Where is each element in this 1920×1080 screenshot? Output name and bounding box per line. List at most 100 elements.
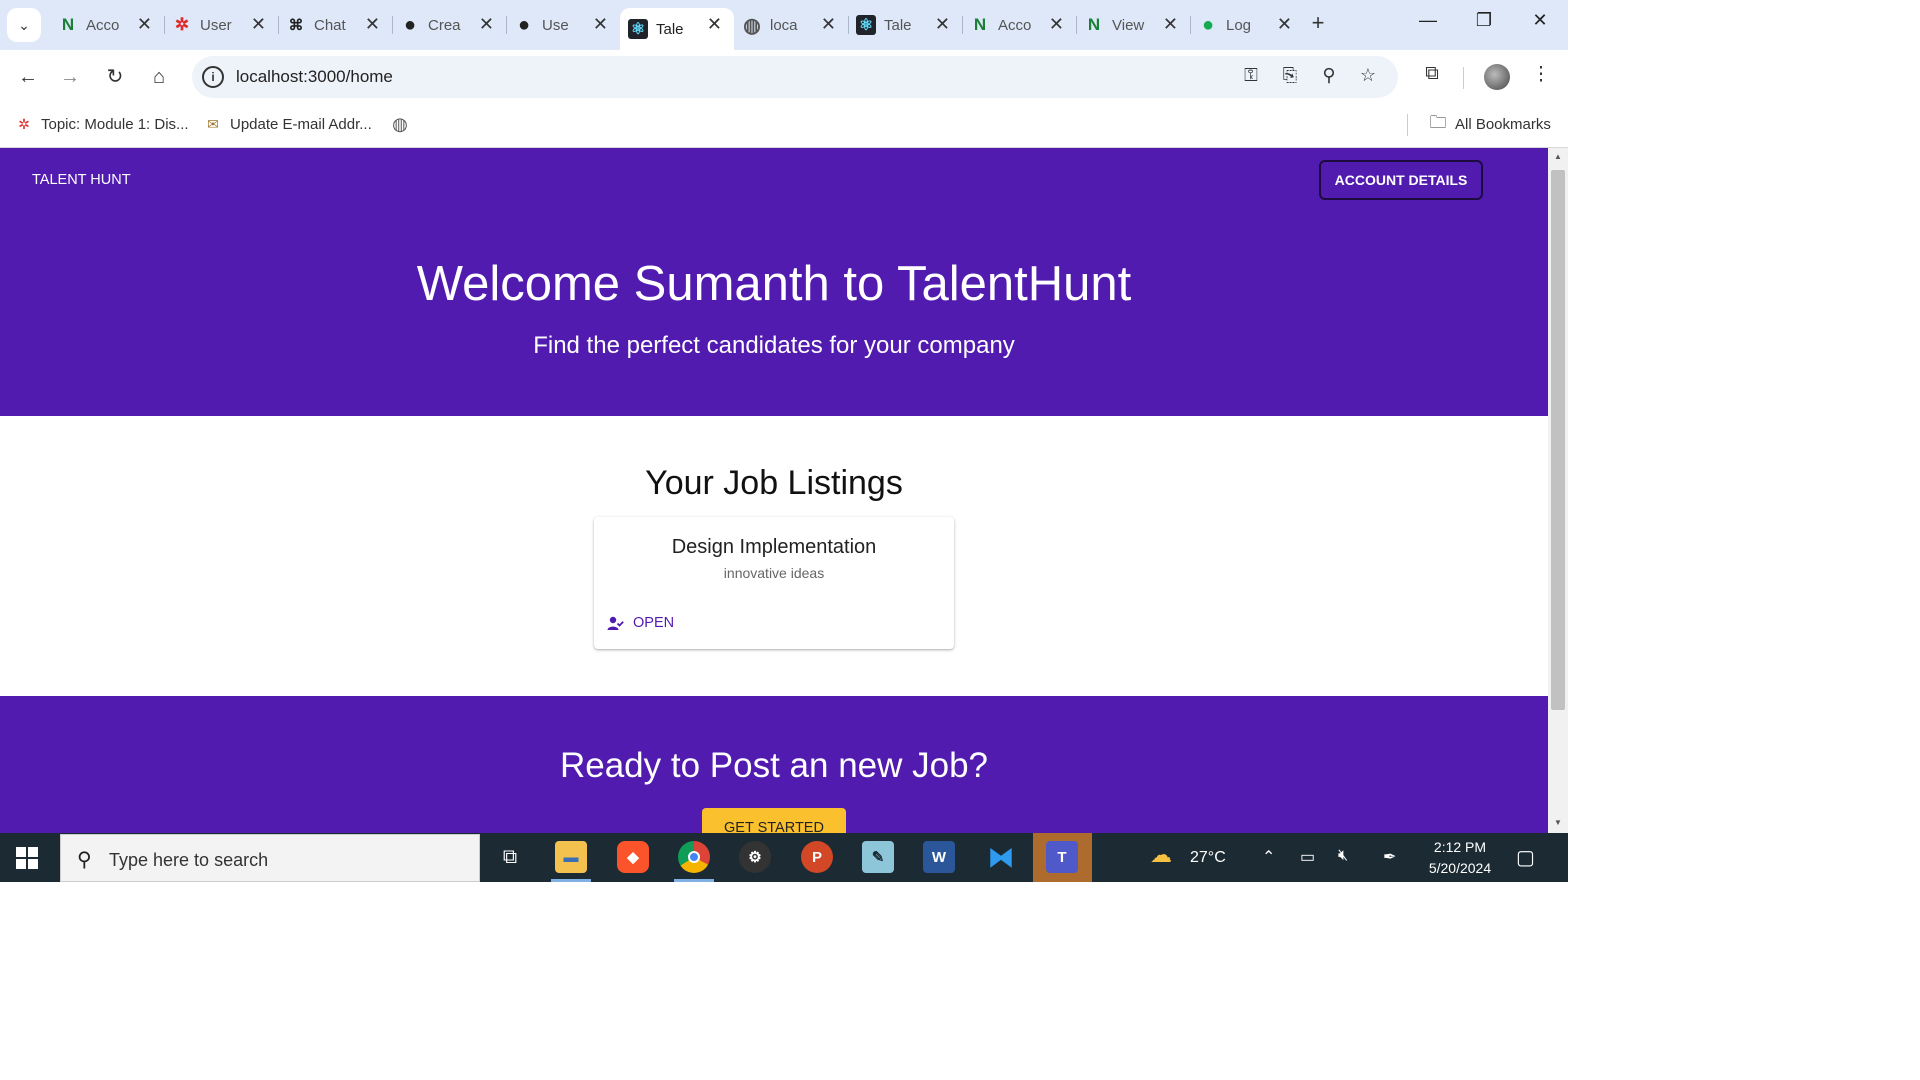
person-check-icon (606, 614, 624, 632)
notion-favicon-icon: N (973, 15, 987, 34)
tab-search-button[interactable]: ⌄ (7, 8, 41, 42)
chevron-up-icon[interactable]: ⌃ (1262, 847, 1275, 867)
zoom-icon[interactable]: ⚲ (1316, 65, 1342, 86)
address-url[interactable]: localhost:3000/home (236, 67, 393, 87)
vscode-icon[interactable]: ⧓ (985, 841, 1017, 873)
notion-favicon-icon: N (61, 15, 75, 34)
tab-label: User (200, 16, 232, 34)
open-label: OPEN (633, 615, 675, 631)
all-bookmarks-button[interactable]: 🗀 All Bookmarks (1428, 113, 1551, 134)
profile-avatar[interactable] (1484, 64, 1510, 90)
close-tab-icon[interactable]: ✕ (1163, 14, 1178, 35)
job-listings-heading: Your Job Listings (645, 464, 903, 502)
close-tab-icon[interactable]: ✕ (137, 14, 152, 35)
close-window-button[interactable]: ✕ (1520, 10, 1560, 31)
install-app-icon[interactable]: ⎘ (1277, 65, 1303, 86)
taskbar-clock[interactable]: 2:12 PM 5/20/2024 (1420, 837, 1500, 879)
page-scrollbar[interactable]: ▲ ▼ (1548, 148, 1568, 833)
forward-button[interactable]: → (56, 63, 84, 91)
arrow-left-icon: ← (18, 66, 38, 88)
post-job-section: Ready to Post an new Job? GET STARTED (0, 696, 1548, 833)
get-started-button[interactable]: GET STARTED (702, 808, 846, 833)
tab-active[interactable]: ⚛ Tale ✕ (620, 8, 734, 50)
home-button[interactable]: ⌂ (145, 63, 173, 91)
new-tab-button[interactable]: + (1304, 10, 1332, 36)
bookmark-item[interactable]: ✲ Topic: Module 1: Dis... (14, 114, 188, 134)
task-view-icon[interactable]: ⧉ (494, 841, 526, 873)
arrow-right-icon: → (60, 66, 80, 88)
bookmark-item[interactable]: ◍ (390, 114, 417, 134)
tab[interactable]: ● Log ✕ (1190, 8, 1304, 42)
tab[interactable]: N Acco ✕ (962, 8, 1077, 42)
address-bar[interactable]: i localhost:3000/home ⚿ ⎘ ⚲ ☆ (192, 56, 1398, 98)
chrome-icon[interactable] (678, 841, 710, 873)
close-tab-icon[interactable]: ✕ (935, 14, 950, 35)
tab[interactable]: ⌘ Chat ✕ (278, 8, 393, 42)
tab[interactable]: ⚛ Tale ✕ (848, 8, 963, 42)
close-tab-icon[interactable]: ✕ (707, 14, 722, 35)
password-key-icon[interactable]: ⚿ (1238, 65, 1264, 86)
reload-button[interactable]: ↻ (101, 63, 129, 91)
windows-start-icon[interactable] (16, 847, 38, 869)
close-tab-icon[interactable]: ✕ (593, 14, 608, 35)
bookmark-star-icon[interactable]: ☆ (1355, 65, 1381, 86)
scroll-up-icon[interactable]: ▲ (1552, 152, 1564, 161)
brand-title[interactable]: TALENT HUNT (32, 172, 131, 188)
tab-label: Crea (428, 16, 461, 34)
tab[interactable]: ● Crea ✕ (392, 8, 507, 42)
scroll-thumb[interactable] (1551, 170, 1565, 710)
scroll-down-icon[interactable]: ▼ (1552, 818, 1564, 827)
close-tab-icon[interactable]: ✕ (1049, 14, 1064, 35)
running-indicator (551, 879, 591, 882)
battery-icon[interactable]: ▭ (1300, 847, 1315, 867)
page-viewport: TALENT HUNT ACCOUNT DETAILS Welcome Suma… (0, 148, 1548, 833)
tab-label: Acco (998, 16, 1032, 34)
teams-icon[interactable]: T (1046, 841, 1078, 873)
tab-strip: ⌄ N Acco ✕ ✲ User ✕ ⌘ Chat ✕ ● Crea ✕ ● … (0, 0, 1568, 50)
mongodb-favicon-icon: ● (1201, 13, 1215, 36)
weather-temp[interactable]: 27°C (1190, 849, 1226, 867)
job-card: Design Implementation innovative ideas O… (594, 517, 954, 649)
tab[interactable]: ● Use ✕ (506, 8, 621, 42)
close-tab-icon[interactable]: ✕ (1277, 14, 1292, 35)
mail-icon: ✉ (207, 115, 219, 132)
globe-favicon-icon: ◍ (743, 14, 761, 37)
account-details-button[interactable]: ACCOUNT DETAILS (1319, 160, 1483, 200)
hero-tagline: Find the perfect candidates for your com… (533, 332, 1015, 359)
browser-toolbar: ← → ↻ ⌂ i localhost:3000/home ⚿ ⎘ ⚲ ☆ ⧉ … (0, 50, 1568, 104)
extensions-icon[interactable]: ⧉ (1417, 63, 1447, 85)
tab[interactable]: N Acco ✕ (50, 8, 165, 42)
powerpoint-icon[interactable]: P (801, 841, 833, 873)
close-tab-icon[interactable]: ✕ (365, 14, 380, 35)
bookmark-item[interactable]: ✉ Update E-mail Addr... (203, 114, 372, 134)
tab[interactable]: ✲ User ✕ (164, 8, 279, 42)
browser-chrome: ⌄ N Acco ✕ ✲ User ✕ ⌘ Chat ✕ ● Crea ✕ ● … (0, 0, 1568, 148)
notification-icon[interactable]: ▢ (1516, 845, 1535, 870)
back-button[interactable]: ← (14, 63, 42, 91)
post-job-heading: Ready to Post an new Job? (559, 746, 989, 785)
running-indicator (674, 879, 714, 882)
word-icon[interactable]: W (923, 841, 955, 873)
settings-gear-icon[interactable]: ⚙ (739, 841, 771, 873)
close-tab-icon[interactable]: ✕ (251, 14, 266, 35)
taskbar-search[interactable]: ⚲ Type here to search (60, 834, 480, 882)
pen-icon[interactable]: ✒ (1383, 847, 1396, 867)
clock-time: 2:12 PM (1433, 839, 1487, 855)
canvas-icon: ✲ (18, 115, 30, 132)
open-job-button[interactable]: OPEN (606, 614, 674, 632)
site-info-icon[interactable]: i (202, 66, 224, 88)
weather-icon[interactable]: ☁ (1150, 842, 1172, 868)
file-explorer-icon[interactable]: ▬ (555, 841, 587, 873)
close-tab-icon[interactable]: ✕ (479, 14, 494, 35)
notion-favicon-icon: N (1087, 15, 1101, 34)
tab[interactable]: ◍ loca ✕ (734, 8, 849, 42)
notepad-icon[interactable]: ✎ (862, 841, 894, 873)
minimize-button[interactable]: — (1408, 10, 1448, 31)
brave-browser-icon[interactable]: ◆ (617, 841, 649, 873)
more-menu-icon[interactable]: ⋮ (1526, 63, 1556, 86)
restore-button[interactable]: ❐ (1464, 10, 1504, 31)
tab[interactable]: N View ✕ (1076, 8, 1191, 42)
speaker-muted-icon[interactable]: 🔇︎ (1338, 847, 1348, 865)
tab-label: Acco (86, 16, 120, 34)
close-tab-icon[interactable]: ✕ (821, 14, 836, 35)
